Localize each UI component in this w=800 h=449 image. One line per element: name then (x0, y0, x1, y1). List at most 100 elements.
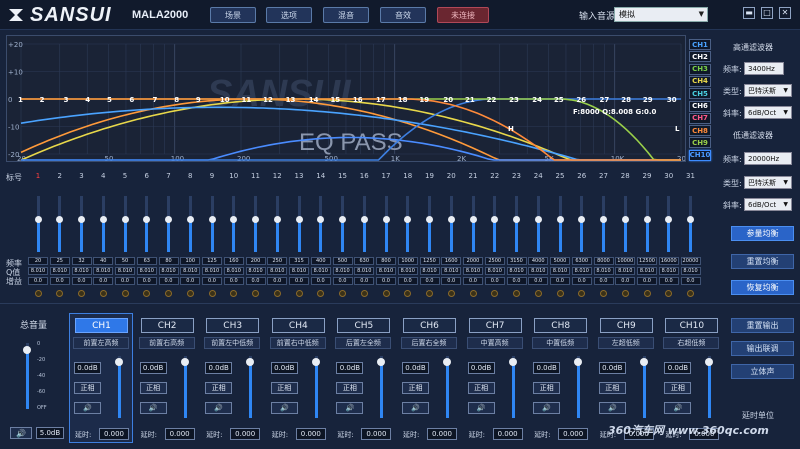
band-slider[interactable] (99, 196, 107, 252)
band-slider-knob[interactable] (643, 216, 651, 224)
band-gain-cell[interactable]: 0.0 (571, 277, 592, 285)
eq-graph[interactable]: +20+100-10-2020501002005001K2K5K10K20KSA… (6, 35, 686, 162)
channel-delay-field[interactable]: 0.000 (361, 428, 392, 440)
band-freq-cell[interactable]: 4000 (528, 257, 549, 265)
band-slider-knob[interactable] (578, 216, 586, 224)
band-slider-knob[interactable] (208, 216, 216, 224)
band-bypass-icon[interactable] (99, 290, 107, 297)
channel-phase-button[interactable]: 正相 (270, 382, 298, 394)
lpf-type-select[interactable]: 巴特沃斯 ▼ (744, 176, 792, 189)
band-slider-knob[interactable] (273, 216, 281, 224)
restore-eq-button[interactable]: 恢复均衡 (731, 280, 794, 295)
stereo-button[interactable]: 立体声 (731, 364, 794, 379)
band-q-cell[interactable]: 8.010 (615, 267, 636, 275)
band-slider[interactable] (317, 196, 325, 252)
band-gain-cell[interactable]: 0.0 (202, 277, 222, 285)
band-q-cell[interactable]: 8.010 (267, 267, 288, 275)
band-q-cell[interactable]: 8.010 (223, 267, 244, 275)
band-bypass-icon[interactable] (556, 290, 564, 297)
channel-mute-button[interactable]: 🔊 (598, 402, 626, 414)
band-slider[interactable] (56, 196, 64, 252)
band-bypass-icon[interactable] (339, 290, 346, 297)
channel-delay-field[interactable]: 0.000 (427, 428, 457, 440)
band-gain-cell[interactable]: 0.0 (332, 277, 353, 285)
channel-volume-slider[interactable] (574, 356, 583, 418)
band-bypass-icon[interactable] (78, 290, 85, 297)
band-freq-cell[interactable]: 32 (71, 257, 92, 265)
band-gain-cell[interactable]: 0.0 (354, 277, 375, 285)
band-slider[interactable] (491, 196, 499, 252)
band-freq-cell[interactable]: 25 (49, 257, 70, 265)
channel-tab-ch7[interactable]: CH7 (468, 318, 522, 333)
band-q-cell[interactable]: 8.010 (506, 267, 527, 275)
band-slider[interactable] (600, 196, 607, 252)
channel-phase-button[interactable]: 正相 (205, 382, 233, 394)
band-gain-cell[interactable]: 0.0 (28, 277, 48, 285)
channel-volume-value[interactable]: 0.0dB (336, 362, 364, 374)
channel-volume-slider[interactable] (508, 356, 517, 418)
band-freq-cell[interactable]: 1600 (441, 257, 462, 265)
channel-mute-button[interactable]: 🔊 (270, 402, 298, 414)
band-bypass-icon[interactable] (360, 290, 368, 297)
channel-position-select[interactable]: 前置左高频 (73, 337, 129, 349)
band-slider[interactable] (556, 196, 564, 252)
channel-position-select[interactable]: 左超低频 (597, 337, 654, 349)
channel-position-select[interactable]: 前置右中低频 (269, 337, 326, 349)
legend-item-ch2[interactable]: CH2 (689, 51, 711, 63)
band-q-cell[interactable]: 8.010 (202, 267, 222, 275)
channel-mute-button[interactable]: 🔊 (664, 402, 692, 414)
channel-tab-ch2[interactable]: CH2 (140, 318, 194, 333)
channel-volume-knob[interactable] (311, 358, 320, 367)
channel-delay-field[interactable]: 0.000 (164, 428, 195, 440)
band-slider[interactable] (687, 196, 694, 252)
channel-tab-ch10[interactable]: CH10 (665, 318, 719, 333)
band-freq-cell[interactable]: 800 (376, 257, 396, 265)
band-freq-cell[interactable]: 315 (289, 257, 309, 265)
lpf-slope-select[interactable]: 6dB/Oct ▼ (744, 198, 792, 211)
band-q-cell[interactable]: 8.010 (158, 267, 179, 275)
band-slider-knob[interactable] (665, 216, 673, 224)
channel-phase-button[interactable]: 正相 (467, 382, 495, 394)
band-slider[interactable] (621, 196, 629, 252)
hpf-slope-select[interactable]: 6dB/Oct ▼ (744, 106, 792, 119)
band-freq-cell[interactable]: 8000 (593, 257, 614, 265)
band-slider[interactable] (186, 196, 194, 252)
band-freq-cell[interactable]: 5000 (550, 257, 570, 265)
band-slider-knob[interactable] (99, 216, 107, 224)
band-slider[interactable] (382, 196, 390, 252)
channel-phase-button[interactable]: 正相 (336, 382, 364, 394)
band-slider-knob[interactable] (34, 216, 42, 224)
band-freq-cell[interactable]: 20000 (680, 257, 701, 265)
channel-position-select[interactable]: 右超低频 (663, 337, 720, 349)
legend-item-ch1[interactable]: CH1 (689, 39, 711, 50)
band-q-cell[interactable]: 8.010 (115, 267, 135, 275)
channel-phase-button[interactable]: 正相 (598, 382, 626, 394)
channel-volume-knob[interactable] (508, 358, 517, 367)
band-freq-cell[interactable]: 10000 (615, 257, 636, 265)
band-bypass-icon[interactable] (317, 290, 325, 297)
channel-tab-ch9[interactable]: CH9 (599, 318, 653, 333)
band-bypass-icon[interactable] (382, 290, 390, 297)
legend-item-ch10[interactable]: CH10 (689, 149, 711, 161)
channel-volume-knob[interactable] (639, 358, 648, 367)
band-gain-cell[interactable]: 0.0 (658, 277, 679, 285)
band-freq-cell[interactable]: 12500 (637, 257, 657, 265)
band-gain-cell[interactable]: 0.0 (376, 277, 396, 285)
scene-button[interactable]: 场景 (210, 7, 256, 23)
band-freq-cell[interactable]: 200 (245, 257, 266, 265)
channel-mute-button[interactable]: 🔊 (74, 402, 101, 414)
band-q-cell[interactable]: 8.010 (332, 267, 353, 275)
band-slider-knob[interactable] (687, 216, 694, 224)
band-slider[interactable] (121, 196, 129, 252)
channel-volume-slider[interactable] (443, 356, 451, 418)
band-freq-cell[interactable]: 16000 (658, 257, 679, 265)
channel-mute-button[interactable]: 🔊 (205, 402, 233, 414)
band-bypass-icon[interactable] (404, 290, 412, 297)
band-slider[interactable] (252, 196, 259, 252)
channel-mute-button[interactable]: 🔊 (467, 402, 495, 414)
input-source-select[interactable]: 模拟 ▼ (614, 7, 708, 22)
channel-delay-field[interactable]: 0.000 (558, 428, 589, 440)
band-q-cell[interactable]: 8.010 (93, 267, 114, 275)
band-gain-cell[interactable]: 0.0 (71, 277, 92, 285)
band-slider[interactable] (513, 196, 520, 252)
